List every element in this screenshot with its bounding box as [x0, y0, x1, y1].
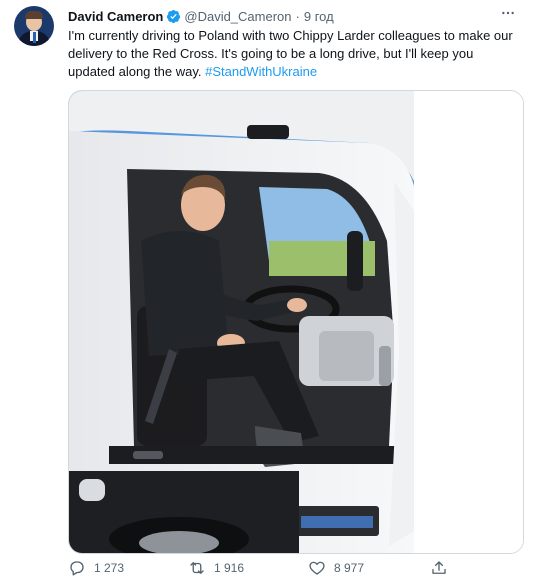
reply-icon: [70, 561, 84, 576]
author-handle[interactable]: @David_Cameron: [184, 9, 291, 24]
retweet-icon: [190, 562, 204, 574]
like-button[interactable]: 8 977: [308, 559, 364, 577]
share-button[interactable]: [430, 559, 456, 577]
like-count: 8 977: [334, 561, 365, 575]
author-name[interactable]: David Cameron: [68, 9, 163, 24]
tweet-actions: 1 273 1 916 8 977: [68, 559, 522, 579]
heart-icon: [309, 561, 325, 575]
photo-illustration: [69, 91, 523, 553]
meta-separator: ·: [295, 8, 300, 24]
share-icon: [432, 561, 446, 574]
tweet-time[interactable]: 9 год: [304, 9, 334, 24]
verified-badge-icon: [167, 9, 181, 23]
retweet-button[interactable]: 1 916: [188, 559, 244, 577]
avatar[interactable]: [14, 6, 54, 46]
more-horizontal-icon[interactable]: [500, 5, 516, 21]
reply-count: 1 273: [94, 561, 125, 575]
tweet-header: David Cameron @David_Cameron · 9 год: [68, 7, 334, 25]
hashtag-link[interactable]: #StandWithUkraine: [205, 64, 317, 79]
retweet-count: 1 916: [214, 561, 245, 575]
tweet[interactable]: David Cameron @David_Cameron · 9 год I'm…: [0, 0, 534, 581]
avatar-hair: [25, 11, 43, 19]
reply-button[interactable]: 1 273: [68, 559, 124, 577]
tweet-text: I'm currently driving to Poland with two…: [68, 27, 518, 81]
avatar-tie: [32, 32, 36, 43]
tweet-photo[interactable]: [68, 90, 524, 554]
